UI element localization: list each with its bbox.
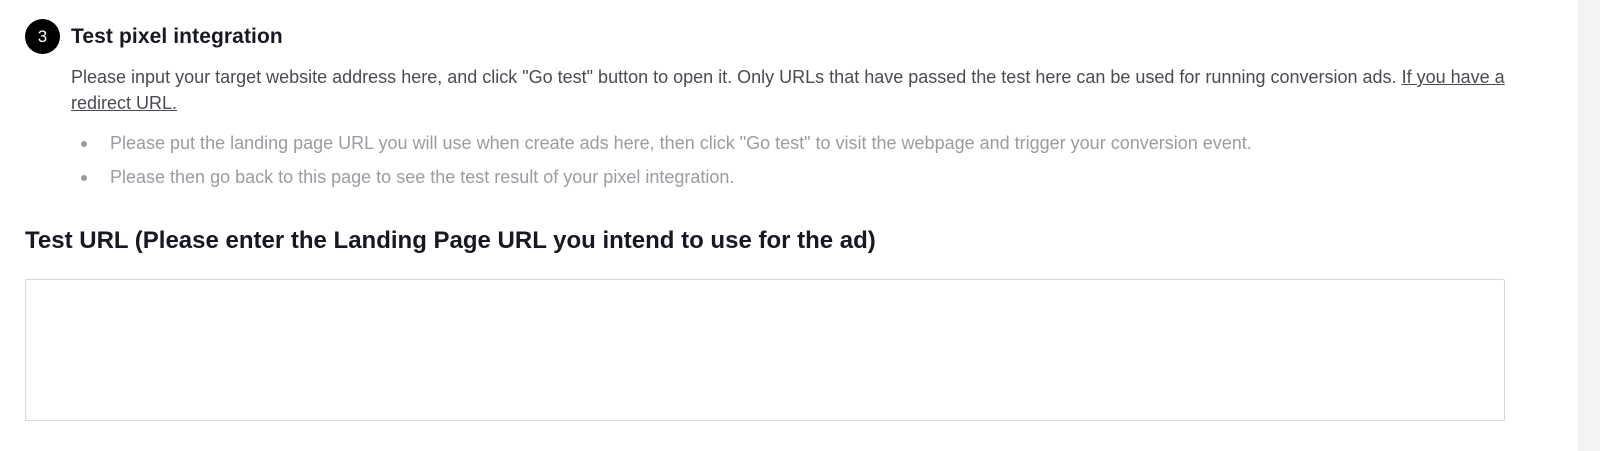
tips-list: Please put the landing page URL you will… xyxy=(71,131,1252,199)
description-text: Please input your target website address… xyxy=(71,67,1402,87)
test-url-input[interactable] xyxy=(25,279,1505,421)
test-url-label: Test URL (Please enter the Landing Page … xyxy=(25,227,876,254)
list-item: Please then go back to this page to see … xyxy=(71,165,1252,189)
tip-text: Please put the landing page URL you will… xyxy=(110,133,1252,153)
step-description: Please input your target website address… xyxy=(71,64,1511,116)
bullet-icon xyxy=(81,175,87,181)
step-number-badge: 3 xyxy=(25,19,60,54)
step-title: Test pixel integration xyxy=(71,24,283,48)
page-scroll-gutter xyxy=(1578,0,1600,451)
step-header: 3 Test pixel integration xyxy=(25,19,283,54)
list-item: Please put the landing page URL you will… xyxy=(71,131,1252,155)
tip-text: Please then go back to this page to see … xyxy=(110,167,735,187)
bullet-icon xyxy=(81,141,87,147)
